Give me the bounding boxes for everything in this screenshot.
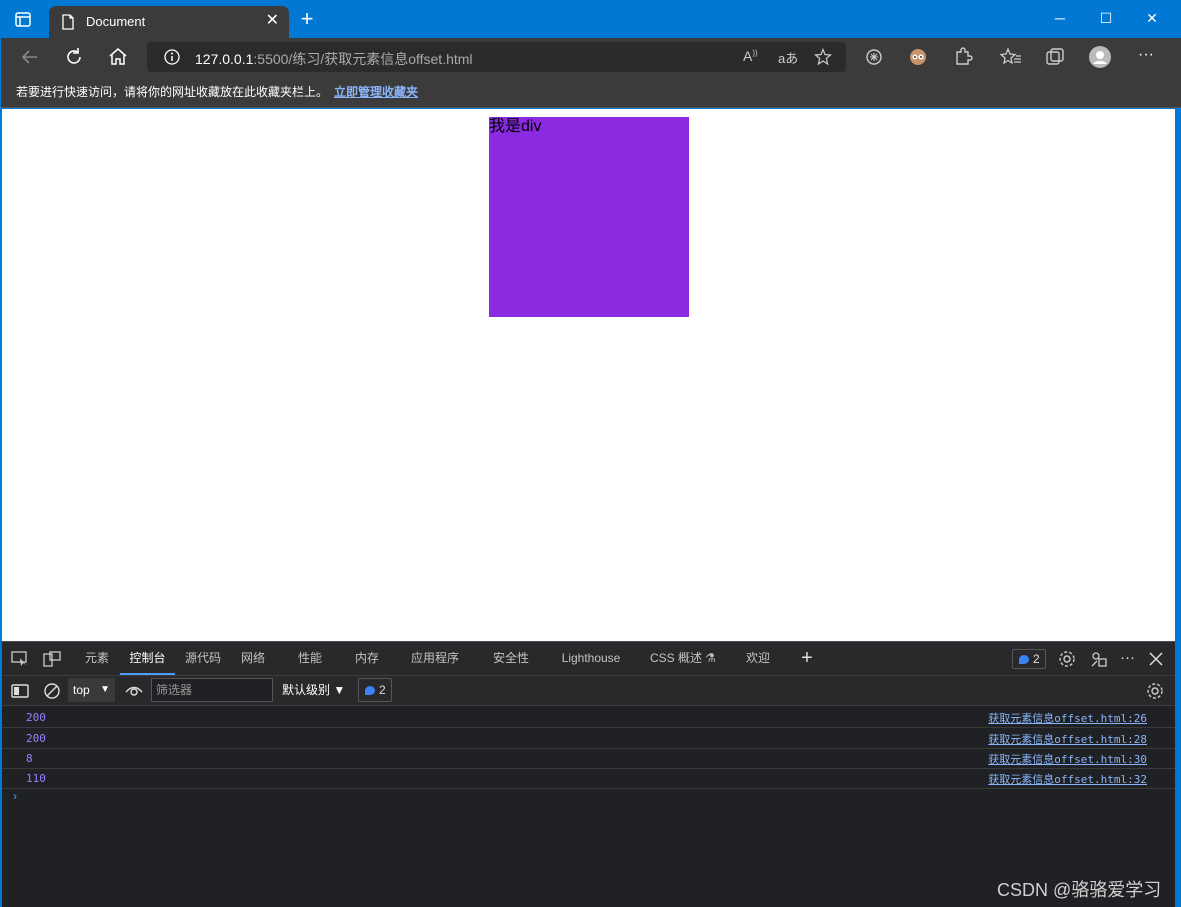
avatar-icon[interactable] [1089,46,1111,68]
tab-welcome[interactable]: 欢迎 [737,642,779,675]
tab-css-overview[interactable]: CSS 概述 ⚗ [647,642,719,675]
more-icon[interactable]: ··· [1138,46,1154,64]
purple-div: 我是div [489,117,689,317]
tab-lighthouse[interactable]: Lighthouse [555,642,627,675]
log-source-link[interactable]: 获取元素信息offset.html:32 [988,771,1147,787]
console-message: 8 获取元素信息offset.html:30 [2,748,1175,769]
console-toolbar: top ▼ 筛选器 默认级别 ▼ 2 [2,676,1175,706]
maximize-button[interactable]: ☐ [1083,4,1129,32]
close-devtools-icon[interactable] [1147,650,1165,668]
div-text: 我是div [489,118,542,135]
profile-extension-icon[interactable] [907,46,929,68]
title-bar: Document ✕ + ─ ☐ ✕ [1,0,1181,38]
manage-favorites-link[interactable]: 立即管理收藏夹 [334,83,418,100]
document-icon [62,14,74,30]
devtools-panel: 元素 控制台 源代码 网络 性能 内存 应用程序 安全性 Lighthouse … [2,641,1175,907]
messages-badge[interactable]: 2 [358,678,392,702]
more-options-icon[interactable]: ··· [1120,649,1135,666]
clear-console-icon[interactable] [43,682,61,700]
tab-application[interactable]: 应用程序 [404,642,466,675]
extensions-icon[interactable] [951,46,973,68]
back-icon[interactable] [19,46,41,68]
device-toolbar-icon[interactable] [43,651,61,667]
issues-badge[interactable]: 2 [1012,649,1046,669]
favorites-icon[interactable] [1000,46,1022,68]
close-window-button[interactable]: ✕ [1129,4,1175,32]
inspect-icon[interactable] [11,651,29,667]
live-expression-icon[interactable] [124,683,144,699]
log-levels-dropdown[interactable]: 默认级别 ▼ [282,678,345,702]
tab-network[interactable]: 网络 [232,642,274,675]
customize-icon[interactable] [1090,650,1108,668]
sidebar-toggle-icon[interactable] [11,683,29,699]
settings-icon[interactable] [1058,650,1076,668]
address-bar[interactable]: 127.0.0.1:5500/练习/获取元素信息offset.html A)) … [147,42,846,72]
home-icon[interactable] [107,46,129,68]
console-message: 200 获取元素信息offset.html:26 [2,707,1175,728]
console-message: 200 获取元素信息offset.html:28 [2,728,1175,749]
tab-sources[interactable]: 源代码 [178,642,228,675]
log-source-link[interactable]: 获取元素信息offset.html:26 [988,710,1147,726]
filter-input[interactable]: 筛选器 [151,678,273,702]
browser-tab[interactable]: Document ✕ [49,6,289,38]
tab-close-icon[interactable]: ✕ [266,12,279,30]
info-icon[interactable] [164,49,180,65]
console-prompt[interactable]: › [13,789,17,803]
new-tab-button[interactable]: + [297,8,317,30]
tab-console[interactable]: 控制台 [120,642,175,675]
dropdown-arrow-icon: ▼ [100,684,110,695]
tab-actions-icon[interactable] [15,12,31,27]
page-viewport: 我是div [2,109,1175,641]
console-message: 110 获取元素信息offset.html:32 [2,768,1175,789]
watermark: CSDN @骆骆爱学习 [997,880,1162,900]
context-select[interactable]: top ▼ [68,678,115,702]
message-icon [1019,655,1029,664]
log-value: 8 [26,752,33,765]
tab-security[interactable]: 安全性 [486,642,536,675]
browser-window: Document ✕ + ─ ☐ ✕ 127.0.0.1:5500/练习/获取元… [0,0,1181,907]
tab-performance[interactable]: 性能 [289,642,331,675]
log-value: 110 [26,772,46,785]
devtools-tab-bar: 元素 控制台 源代码 网络 性能 内存 应用程序 安全性 Lighthouse … [2,642,1175,676]
browser-toolbar: 127.0.0.1:5500/练习/获取元素信息offset.html A)) … [1,38,1181,76]
message-icon [365,686,375,695]
refresh-icon[interactable] [63,46,85,68]
log-value: 200 [26,732,46,745]
translate-icon[interactable]: aあ [778,48,798,67]
url-text: 127.0.0.1:5500/练习/获取元素信息offset.html [195,51,473,67]
log-value: 200 [26,711,46,724]
tab-memory[interactable]: 内存 [346,642,388,675]
read-aloud-icon[interactable]: A)) [743,48,758,64]
favorites-hint: 若要进行快速访问，请将你的网址收藏放在此收藏夹栏上。 [16,85,329,99]
log-source-link[interactable]: 获取元素信息offset.html:28 [988,731,1147,747]
collections-icon[interactable] [1044,46,1066,68]
add-favorite-icon[interactable] [814,48,832,66]
favorites-bar: 若要进行快速访问，请将你的网址收藏放在此收藏夹栏上。 立即管理收藏夹 [1,76,1181,108]
console-settings-icon[interactable] [1146,682,1164,700]
minimize-button[interactable]: ─ [1037,4,1083,32]
tab-elements[interactable]: 元素 [76,642,118,675]
tab-title: Document [86,14,146,29]
log-source-link[interactable]: 获取元素信息offset.html:30 [988,751,1147,767]
add-tab-icon[interactable]: + [795,642,819,675]
extension-icon[interactable] [863,46,885,68]
